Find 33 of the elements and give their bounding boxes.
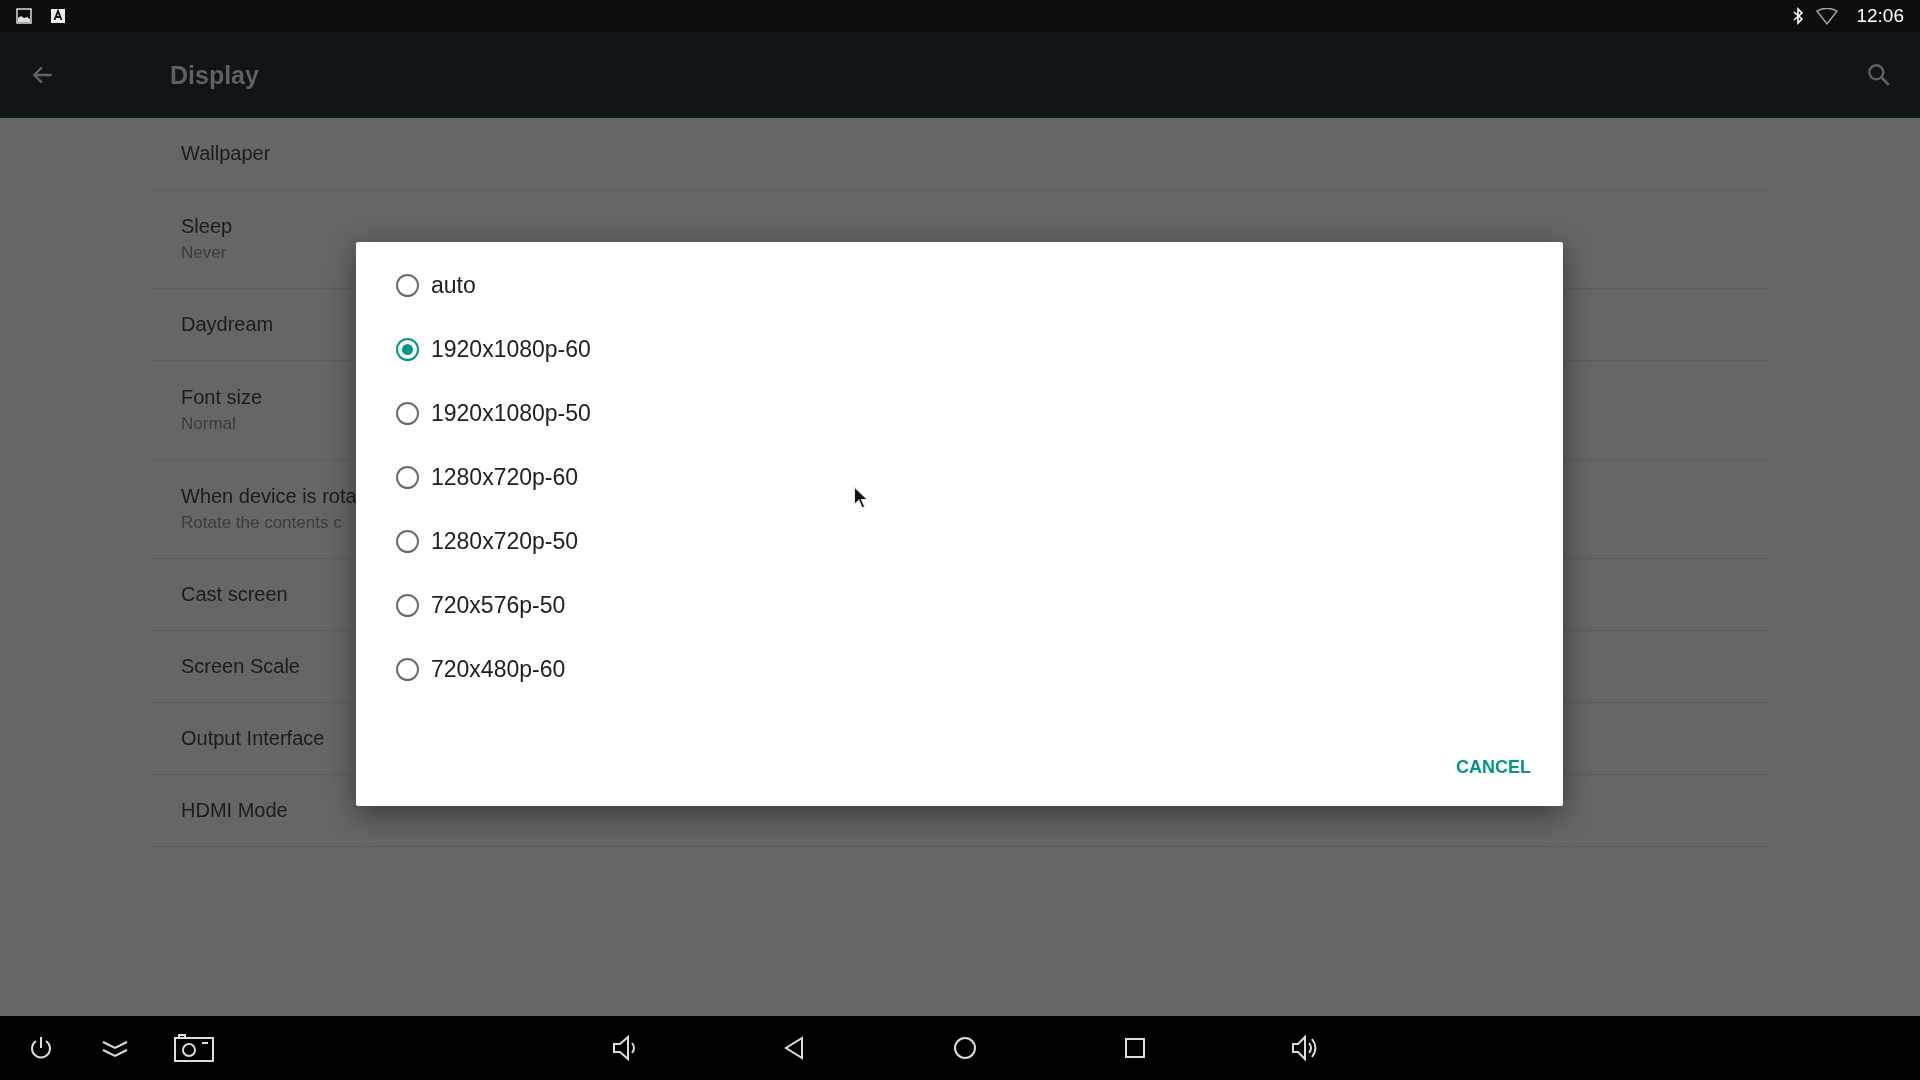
setting-title[interactable]: Font size: [181, 386, 263, 409]
setting-title[interactable]: When device is rota: [181, 485, 357, 508]
page-title: Display: [170, 60, 260, 90]
font-icon: [50, 8, 66, 24]
radio-button[interactable]: [396, 593, 419, 617]
option-label[interactable]: 1280x720p-50: [431, 527, 579, 555]
mouse-cursor-icon: [853, 486, 869, 510]
option-label[interactable]: 720x480p-60: [431, 655, 566, 683]
radio-button[interactable]: [396, 337, 419, 361]
wifi-icon: [1816, 7, 1839, 25]
option-label[interactable]: 1280x720p-60: [431, 463, 579, 491]
camera-icon[interactable]: [174, 1033, 214, 1063]
setting-title[interactable]: Screen Scale: [181, 655, 300, 678]
radio-button[interactable]: [396, 465, 419, 489]
option-label[interactable]: auto: [431, 271, 476, 299]
setting-title[interactable]: Sleep: [181, 215, 233, 238]
setting-title[interactable]: Wallpaper: [181, 142, 271, 165]
setting-title[interactable]: HDMI Mode: [181, 799, 288, 822]
option-label[interactable]: 1920x1080p-60: [431, 335, 591, 363]
clock: 12:06: [1856, 5, 1904, 27]
setting-title[interactable]: Cast screen: [181, 583, 288, 606]
radio-button[interactable]: [396, 657, 419, 681]
radio-button[interactable]: [396, 529, 419, 553]
image-icon: [16, 8, 32, 24]
bluetooth-icon: [1792, 7, 1805, 25]
option-label[interactable]: 720x576p-50: [431, 591, 566, 619]
radio-button[interactable]: [396, 273, 419, 297]
setting-title[interactable]: Daydream: [181, 313, 274, 336]
radio-button[interactable]: [396, 401, 419, 425]
search-icon[interactable]: [1866, 62, 1892, 88]
setting-title[interactable]: Output Interface: [181, 727, 325, 750]
option-label[interactable]: 1920x1080p-50: [431, 399, 591, 427]
cancel-button[interactable]: CANCEL: [1444, 745, 1543, 790]
